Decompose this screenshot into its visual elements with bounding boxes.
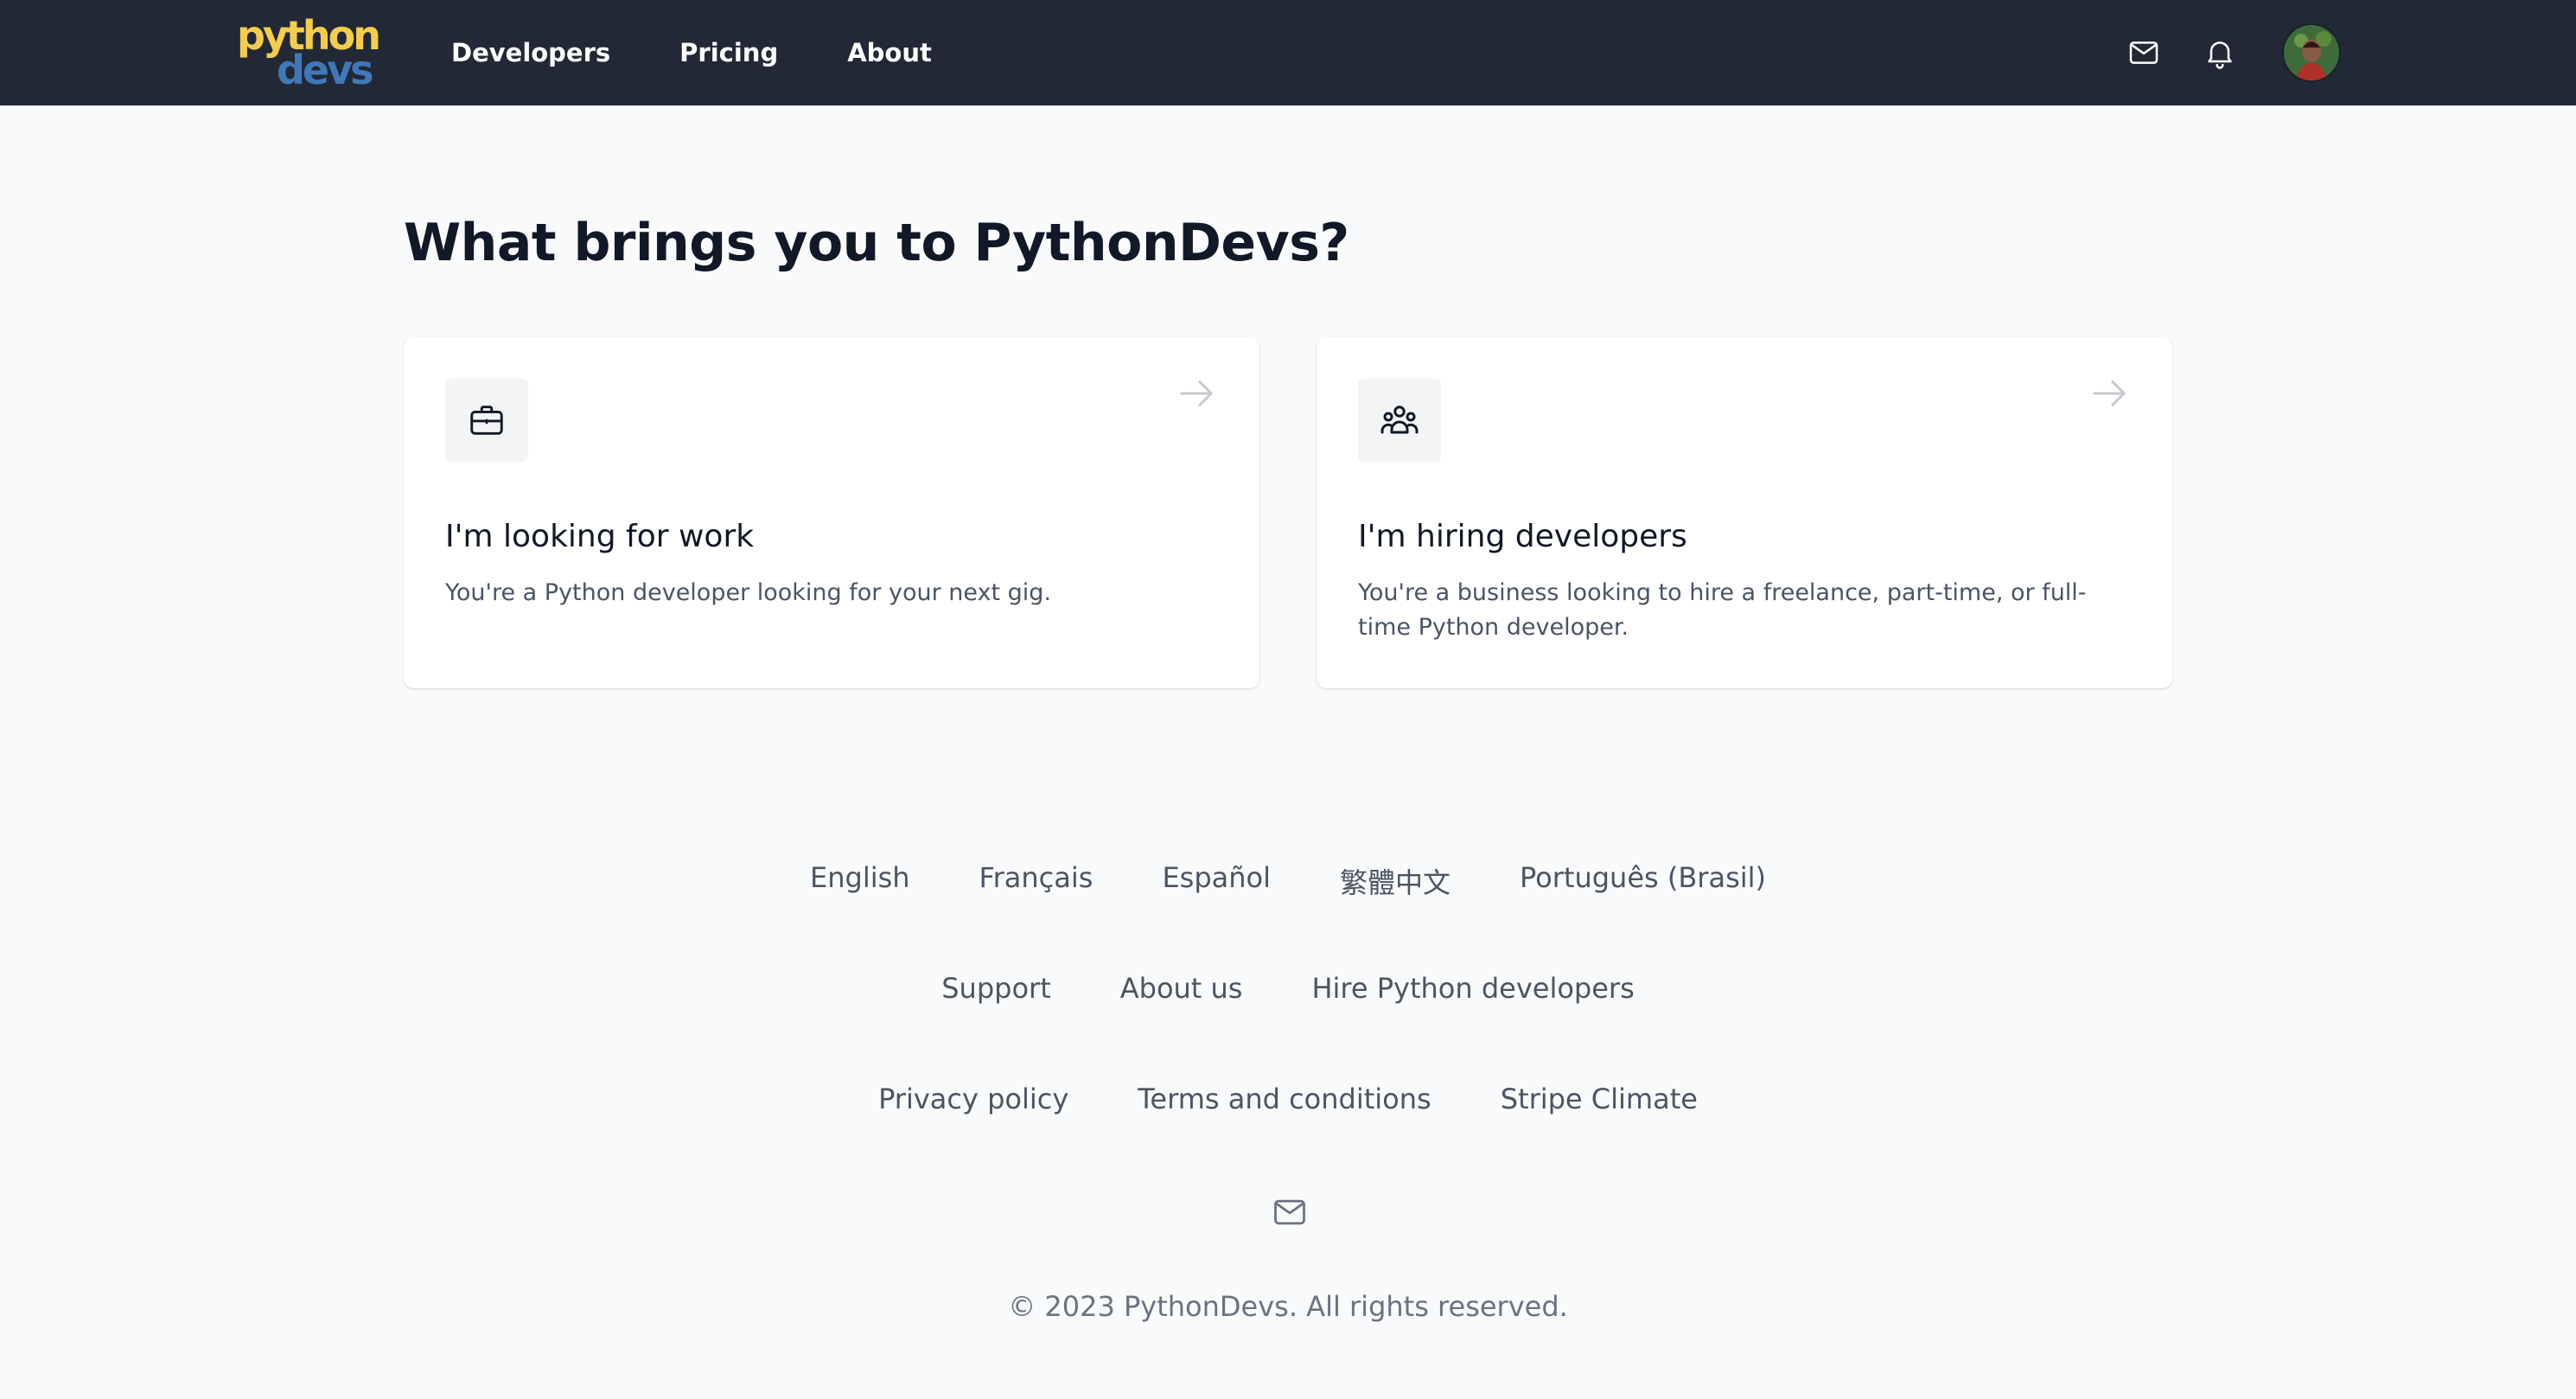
nav-link-about[interactable]: About xyxy=(847,38,932,67)
language-espanol[interactable]: Español xyxy=(1162,861,1271,901)
footer-link-terms-and-conditions[interactable]: Terms and conditions xyxy=(1138,1083,1431,1115)
language-traditional-chinese[interactable]: 繁體中文 xyxy=(1340,861,1451,901)
user-avatar[interactable] xyxy=(2282,23,2341,82)
mail-icon[interactable] xyxy=(1271,1193,1309,1231)
footer-link-support[interactable]: Support xyxy=(941,972,1051,1005)
nav-link-pricing[interactable]: Pricing xyxy=(679,38,778,67)
language-selector: English Français Español 繁體中文 Português … xyxy=(0,861,2576,901)
top-navbar: python devs Developers Pricing About xyxy=(0,0,2576,105)
copyright-text: © 2023 PythonDevs. All rights reserved. xyxy=(1008,1290,1568,1323)
briefcase-icon-box xyxy=(445,379,528,462)
footer-link-about-us[interactable]: About us xyxy=(1120,972,1243,1005)
bell-icon[interactable] xyxy=(2201,34,2239,72)
nav-link-developers[interactable]: Developers xyxy=(451,38,610,67)
footer-link-hire-python-developers[interactable]: Hire Python developers xyxy=(1311,972,1634,1005)
arrow-right-icon xyxy=(2088,372,2131,415)
briefcase-icon xyxy=(470,406,503,435)
language-english[interactable]: English xyxy=(810,861,910,901)
looking-for-work-card[interactable]: I'm looking for work You're a Python dev… xyxy=(404,337,1259,688)
arrow-right-icon xyxy=(1175,372,1218,415)
footer-link-privacy-policy[interactable]: Privacy policy xyxy=(878,1083,1068,1115)
card-title-hiring: I'm hiring developers xyxy=(1358,519,1687,554)
mail-icon[interactable] xyxy=(2125,34,2163,72)
language-portuguese-brazil[interactable]: Português (Brasil) xyxy=(1520,861,1766,901)
footer-links-legal: Privacy policy Terms and conditions Stri… xyxy=(0,1083,2576,1115)
card-title-work: I'm looking for work xyxy=(445,519,755,554)
pythondevs-logo[interactable]: python devs xyxy=(235,12,381,93)
logo-text-devs: devs xyxy=(277,47,373,93)
main-nav: Developers Pricing About xyxy=(451,0,1001,105)
user-group-icon-box xyxy=(1358,379,1441,462)
nav-actions xyxy=(2087,0,2341,105)
footer-links-primary: Support About us Hire Python developers xyxy=(0,972,2576,1005)
footer-link-stripe-climate[interactable]: Stripe Climate xyxy=(1501,1083,1698,1115)
hiring-developers-card[interactable]: I'm hiring developers You're a business … xyxy=(1317,337,2172,688)
user-group-icon xyxy=(1380,406,1419,434)
language-francais[interactable]: Français xyxy=(979,861,1094,901)
page-title: What brings you to PythonDevs? xyxy=(404,213,1349,273)
card-description-work: You're a Python developer looking for yo… xyxy=(445,579,1052,606)
card-description-hiring: You're a business looking to hire a free… xyxy=(1358,579,2087,641)
